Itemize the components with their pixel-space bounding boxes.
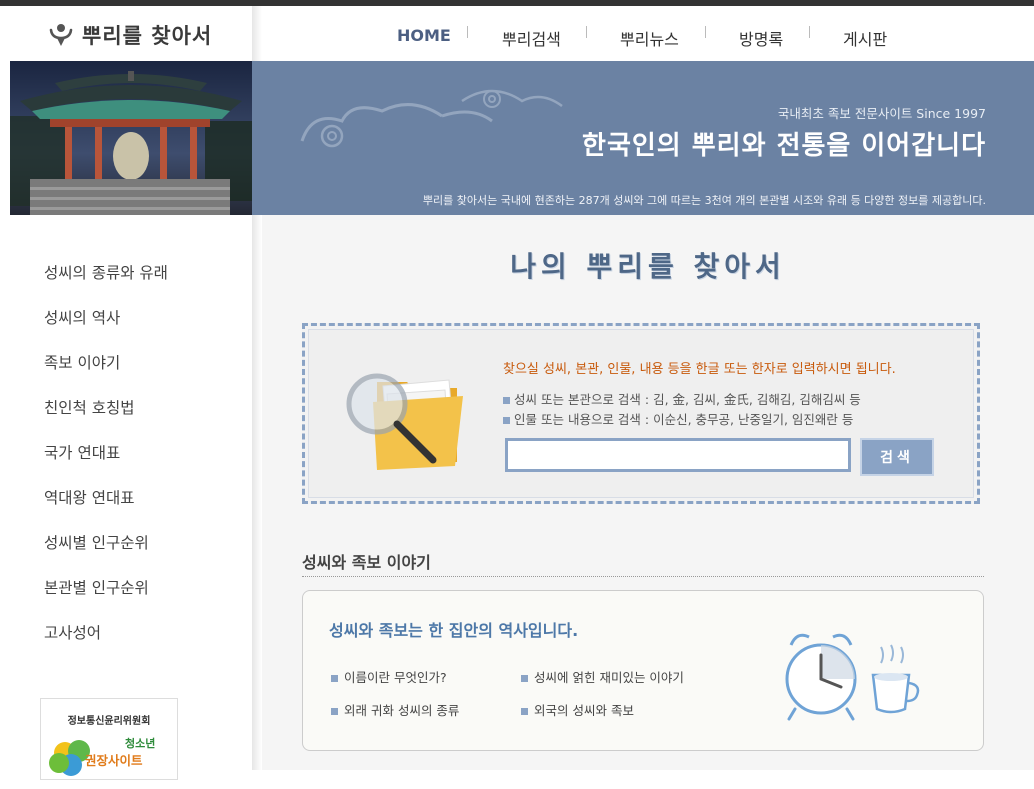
- search-instruction: 찾으실 성씨, 본관, 인물, 내용 등을 한글 또는 한자로 입력하시면 됩니…: [503, 362, 896, 377]
- story-link-foreign-genealogy[interactable]: 외국의 성씨와 족보: [521, 700, 634, 719]
- sidenav-kinship-terms[interactable]: 친인척 호칭법: [44, 393, 168, 438]
- site-logo[interactable]: 뿌리를 찾아서: [48, 18, 212, 52]
- bullet-square: [521, 675, 528, 682]
- nav-separator: [586, 26, 587, 38]
- search-button[interactable]: 검색: [860, 438, 934, 476]
- nav-separator: [809, 26, 810, 38]
- cloud-pattern-icon: [300, 89, 563, 148]
- banner-description: 뿌리를 찾아서는 국내에 현존하는 287개 성씨와 그에 따르는 3천여 개의…: [422, 194, 986, 207]
- story-box: 성씨와 족보는 한 집안의 역사입니다. 이름이란 무엇인가? 성씨에 얽힌 재…: [302, 590, 984, 751]
- bullet-square: [503, 397, 510, 404]
- top-navigation: HOME 뿌리검색 뿌리뉴스 방명록 게시판: [262, 6, 1034, 61]
- story-title: 성씨와 족보는 한 집안의 역사입니다.: [329, 621, 579, 640]
- search-panel: 찾으실 성씨, 본관, 인물, 내용 등을 한글 또는 한자로 입력하시면 됩니…: [302, 323, 980, 504]
- nav-separator: [705, 26, 706, 38]
- bullet-square: [331, 675, 338, 682]
- sidenav-surname-history[interactable]: 성씨의 역사: [44, 303, 168, 348]
- nav-home[interactable]: HOME: [397, 26, 451, 45]
- alarm-clock-icon: [785, 633, 857, 721]
- nav-root-search[interactable]: 뿌리검색: [502, 26, 561, 50]
- banner-since: 국내최초 족보 전문사이트 Since 1997: [777, 106, 986, 121]
- section-title: 성씨와 족보 이야기: [302, 553, 431, 572]
- hero-banner: 국내최초 족보 전문사이트 Since 1997 한국인의 뿌리와 전통을 이어…: [252, 61, 1034, 215]
- sidenav-idioms[interactable]: 고사성어: [44, 618, 168, 663]
- badge-sub-line1: 청소년: [125, 736, 155, 750]
- nav-root-news[interactable]: 뿌리뉴스: [620, 26, 679, 50]
- story-link-foreign-surnames[interactable]: 외래 귀화 성씨의 종류: [331, 700, 459, 719]
- bullet-square: [521, 708, 528, 715]
- sidenav-national-chronology[interactable]: 국가 연대표: [44, 438, 168, 483]
- search-example-person: 인물 또는 내용으로 검색 : 이순신, 충무공, 난중일기, 임진왜란 등: [503, 409, 853, 428]
- sidenav-king-chronology[interactable]: 역대왕 연대표: [44, 483, 168, 528]
- logo-person-icon: [49, 24, 73, 46]
- heading-area: 나의 뿌리를 찾아서: [262, 245, 1034, 285]
- sidenav-genealogy-story[interactable]: 족보 이야기: [44, 348, 168, 393]
- sidenav-bongwan-population[interactable]: 본관별 인구순위: [44, 573, 168, 618]
- page-heading: 나의 뿌리를 찾아서: [510, 250, 786, 283]
- bullet-square: [331, 708, 338, 715]
- section-divider: [302, 576, 984, 577]
- main-content: 나의 뿌리를 찾아서 찾으실 성씨, 본관, 인물, 내용 등을 한글 또는 한…: [262, 215, 1034, 770]
- clover-icon: 청소년 권장사이트: [49, 736, 155, 776]
- search-example-surname: 성씨 또는 본관으로 검색 : 김, 金, 김씨, 金氏, 김해김, 김해김씨 …: [503, 389, 861, 408]
- nav-guestbook[interactable]: 방명록: [739, 26, 783, 50]
- side-navigation: 성씨의 종류와 유래 성씨의 역사 족보 이야기 친인척 호칭법 국가 연대표 …: [44, 258, 168, 663]
- pavilion-photo: [10, 61, 252, 215]
- magnifier-folder-icon: [346, 373, 463, 470]
- nav-board[interactable]: 게시판: [843, 26, 887, 50]
- nav-separator: [467, 26, 468, 38]
- logo-text: 뿌리를 찾아서: [82, 24, 213, 48]
- story-link-what-is-name[interactable]: 이름이란 무엇인가?: [331, 667, 447, 686]
- badge-title: 정보통신윤리위원회: [67, 716, 151, 727]
- recommended-site-badge[interactable]: 정보통신윤리위원회 청소년 권장사이트: [40, 698, 178, 780]
- search-input[interactable]: [505, 438, 851, 472]
- coffee-cup-icon: [871, 644, 920, 714]
- sidenav-surname-origin[interactable]: 성씨의 종류와 유래: [44, 258, 168, 303]
- sidenav-surname-population[interactable]: 성씨별 인구순위: [44, 528, 168, 573]
- badge-sub-line2: 권장사이트: [85, 753, 143, 768]
- bullet-square: [503, 417, 510, 424]
- banner-title: 한국인의 뿌리와 전통을 이어갑니다: [582, 131, 986, 161]
- story-link-funny-stories[interactable]: 성씨에 얽힌 재미있는 이야기: [521, 667, 684, 686]
- search-panel-inner: 찾으실 성씨, 본관, 인물, 내용 등을 한글 또는 한자로 입력하시면 됩니…: [308, 329, 974, 498]
